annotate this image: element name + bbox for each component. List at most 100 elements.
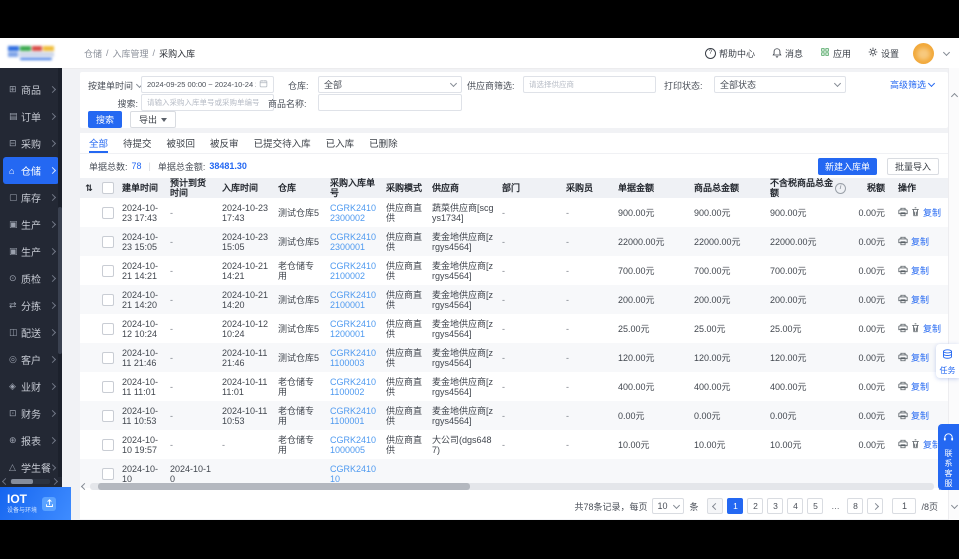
- page-jump-input[interactable]: 1: [892, 498, 916, 514]
- print-icon[interactable]: [898, 207, 908, 219]
- app-logo[interactable]: [0, 46, 62, 60]
- row-checkbox[interactable]: [98, 343, 118, 372]
- copy-link[interactable]: 复制: [911, 353, 929, 363]
- sidebar-item-bizfinance[interactable]: ◈业财: [3, 373, 59, 400]
- sidebar-item-delivery[interactable]: ◫配送: [3, 319, 59, 346]
- order-number-link[interactable]: CGRK24102300002: [326, 198, 382, 227]
- print-icon[interactable]: [898, 236, 908, 248]
- sidebar-item-report[interactable]: ⊕报表: [3, 427, 59, 454]
- page-button-2[interactable]: 2: [747, 498, 763, 514]
- sidebar-item-studentmeal[interactable]: △学生餐: [3, 454, 59, 481]
- sidebar-item-production-1[interactable]: ▣生产: [3, 211, 59, 238]
- row-checkbox[interactable]: [98, 372, 118, 401]
- row-checkbox[interactable]: [98, 198, 118, 227]
- sidebar-item-goods[interactable]: ⊞商品: [3, 76, 59, 103]
- delete-icon[interactable]: [911, 323, 920, 335]
- sidebar-item-orders[interactable]: ▤订单: [3, 103, 59, 130]
- date-range-input[interactable]: 2024-09-25 00:00 ~ 2024-10-24 24:00: [141, 76, 274, 93]
- sidebar-item-quality[interactable]: ⊙质检: [3, 265, 59, 292]
- page-button-8[interactable]: 8: [847, 498, 863, 514]
- delete-icon[interactable]: [911, 207, 920, 219]
- order-number-link[interactable]: CGRK24101100002: [326, 372, 382, 401]
- print-icon[interactable]: [898, 410, 908, 422]
- user-menu[interactable]: [913, 43, 949, 64]
- prev-page-button[interactable]: [707, 498, 723, 514]
- breadcrumb-item[interactable]: 入库管理: [113, 47, 149, 60]
- search-input[interactable]: 请输入采购入库单号或采购单编号: [141, 94, 274, 111]
- sidebar-item-finance[interactable]: ⊡财务: [3, 400, 59, 427]
- copy-link[interactable]: 复制: [911, 295, 929, 305]
- print-icon[interactable]: [898, 381, 908, 393]
- batch-import-button[interactable]: 批量导入: [887, 158, 939, 175]
- tab-rejected[interactable]: 被驳回: [167, 133, 196, 153]
- row-checkbox[interactable]: [98, 227, 118, 256]
- tab-inbound-done[interactable]: 已入库: [326, 133, 355, 153]
- service-float-button[interactable]: 联系客服: [938, 424, 959, 490]
- print-icon[interactable]: [898, 294, 908, 306]
- copy-link[interactable]: 复制: [923, 208, 941, 218]
- settings-button[interactable]: 设置: [868, 47, 899, 60]
- apps-button[interactable]: 应用: [820, 47, 851, 60]
- row-checkbox[interactable]: [98, 256, 118, 285]
- tab-to-submit[interactable]: 待提交: [123, 133, 152, 153]
- copy-link[interactable]: 复制: [911, 382, 929, 392]
- copy-link[interactable]: 复制: [911, 237, 929, 247]
- scrollbar-thumb[interactable]: [98, 483, 469, 490]
- next-page-button[interactable]: [867, 498, 883, 514]
- page-button-1[interactable]: 1: [727, 498, 743, 514]
- print-icon[interactable]: [898, 265, 908, 277]
- product-name-input[interactable]: [318, 94, 462, 111]
- sidebar-item-warehouse[interactable]: ⌂仓储: [3, 157, 59, 184]
- tab-re-audit[interactable]: 被反审: [210, 133, 239, 153]
- row-checkbox[interactable]: [98, 314, 118, 343]
- sidebar-item-sorting[interactable]: ⇄分拣: [3, 292, 59, 319]
- row-checkbox[interactable]: [98, 401, 118, 430]
- copy-link[interactable]: 复制: [923, 324, 941, 334]
- delete-icon[interactable]: [911, 439, 920, 451]
- advanced-filter-link[interactable]: 高级筛选: [890, 78, 934, 91]
- time-type-select[interactable]: 按建单时间: [88, 79, 142, 92]
- per-page-select[interactable]: 10: [652, 498, 684, 514]
- page-button-3[interactable]: 3: [767, 498, 783, 514]
- tab-all[interactable]: 全部: [89, 133, 108, 153]
- order-number-link[interactable]: CGRK24101100003: [326, 343, 382, 372]
- print-icon[interactable]: [898, 323, 908, 335]
- order-number-link[interactable]: CGRK24102300001: [326, 227, 382, 256]
- sidebar-item-customer[interactable]: ◎客户: [3, 346, 59, 373]
- cell-warehouse: 测试仓库5: [274, 285, 326, 314]
- supplier-input[interactable]: 请选择供应商: [523, 76, 656, 93]
- iot-badge[interactable]: IOT 设备与环境: [0, 487, 71, 520]
- search-button[interactable]: 搜索: [88, 111, 122, 128]
- row-checkbox[interactable]: [98, 430, 118, 459]
- export-button[interactable]: 导出: [130, 111, 176, 128]
- order-number-link[interactable]: CGRK24102100001: [326, 285, 382, 314]
- row-checkbox[interactable]: [98, 285, 118, 314]
- order-number-link[interactable]: CGRK24101200001: [326, 314, 382, 343]
- copy-link[interactable]: 复制: [911, 411, 929, 421]
- print-icon[interactable]: [898, 352, 908, 364]
- horizontal-scrollbar[interactable]: [82, 482, 942, 490]
- task-float-button[interactable]: 任务: [936, 344, 959, 378]
- order-number-link[interactable]: CGRK24101100001: [326, 401, 382, 430]
- breadcrumb-item[interactable]: 仓储: [84, 47, 102, 60]
- sidebar-item-production-2[interactable]: ▣生产: [3, 238, 59, 265]
- help-center-button[interactable]: ? 帮助中心: [705, 47, 755, 60]
- sort-icon[interactable]: ⇅: [80, 178, 98, 198]
- select-all-checkbox[interactable]: [98, 178, 118, 198]
- advanced-filter-label: 高级筛选: [890, 78, 926, 91]
- sidebar-item-purchase[interactable]: ⊟采购: [3, 130, 59, 157]
- order-number-link[interactable]: CGRK24102100002: [326, 256, 382, 285]
- sidebar-item-inventory[interactable]: ▢库存: [3, 184, 59, 211]
- print-icon[interactable]: [898, 439, 908, 451]
- print-status-select[interactable]: 全部状态: [714, 76, 846, 93]
- warehouse-select[interactable]: 全部: [318, 76, 462, 93]
- tab-submitted-pending[interactable]: 已提交待入库: [254, 133, 311, 153]
- order-number-link[interactable]: CGRK24101000005: [326, 430, 382, 459]
- page-button-5[interactable]: 5: [807, 498, 823, 514]
- copy-link[interactable]: 复制: [911, 266, 929, 276]
- messages-button[interactable]: 消息: [772, 47, 803, 60]
- tab-deleted[interactable]: 已删除: [369, 133, 398, 153]
- sidebar-horizontal-scrollbar[interactable]: [3, 478, 57, 485]
- page-button-4[interactable]: 4: [787, 498, 803, 514]
- create-inbound-button[interactable]: 新建入库单: [818, 158, 877, 175]
